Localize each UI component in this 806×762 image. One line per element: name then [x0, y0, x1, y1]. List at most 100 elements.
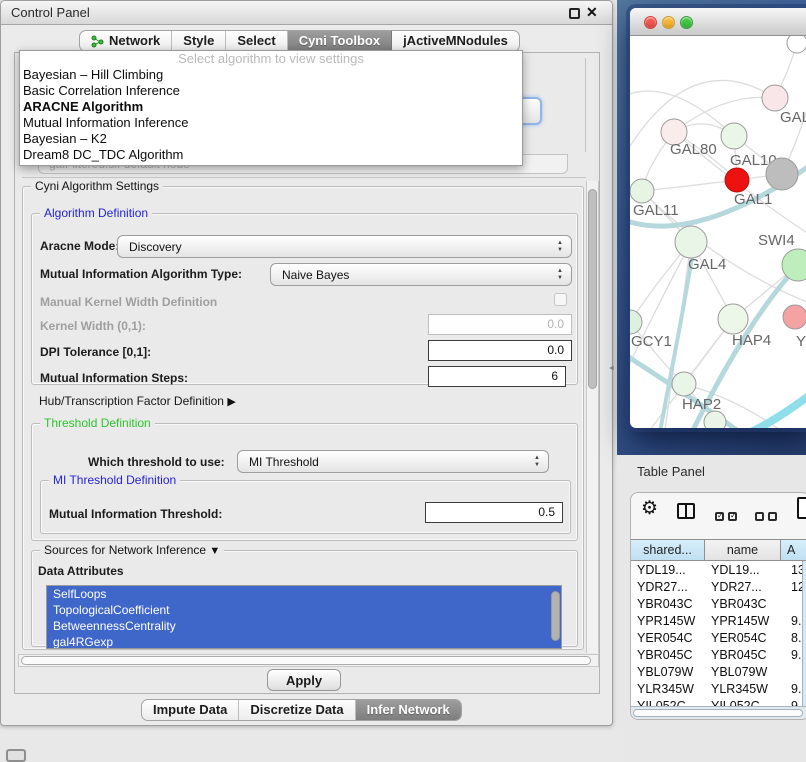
table-panel: Table Panel ⚙ shared... name A YDL19...Y… [617, 455, 806, 762]
sources-group: Sources for Network Inference ▼ Data Att… [31, 550, 578, 647]
close-traffic-light-icon[interactable] [644, 16, 657, 29]
node-table-card: ⚙ shared... name A YDL19...YDL19...13YDR… [630, 492, 806, 720]
tab-select[interactable]: Select [226, 31, 287, 51]
table-cell[interactable]: 9. [781, 614, 801, 628]
table-cell[interactable]: YBR045C [705, 648, 781, 662]
network-node[interactable] [762, 85, 788, 111]
table-cell[interactable]: YDR27... [705, 580, 781, 594]
combobox-value: Discovery [129, 240, 182, 254]
which-threshold-combobox[interactable]: MI Threshold ▲▼ [237, 450, 549, 473]
data-attribute-item[interactable]: SelfLoops [47, 586, 561, 602]
network-node[interactable] [721, 123, 747, 149]
network-node[interactable] [630, 310, 642, 334]
float-window-icon[interactable] [569, 8, 580, 19]
network-node[interactable] [672, 372, 696, 396]
algorithm-option[interactable]: ARACNE Algorithm [20, 99, 522, 115]
settings-vertical-scrollbar-thumb[interactable] [588, 189, 597, 389]
network-node[interactable] [725, 168, 749, 192]
manual-kernel-width-label: Manual Kernel Width Definition [40, 295, 217, 309]
network-node[interactable] [718, 304, 748, 334]
table-row[interactable]: YBR043CYBR043C [631, 595, 806, 612]
mi-steps-field[interactable]: 6 [428, 366, 566, 387]
show-columns-icon[interactable] [715, 508, 741, 526]
column-header-partial[interactable]: A [781, 540, 806, 560]
algorithm-option[interactable]: Bayesian – K2 [20, 131, 522, 147]
tab-network[interactable]: Network [80, 31, 172, 51]
table-row[interactable]: YER054CYER054C8. [631, 629, 806, 646]
table-cell[interactable]: YER054C [631, 631, 705, 645]
table-cell[interactable]: YBR043C [631, 597, 705, 611]
table-row[interactable]: YLR345WYLR345W9. [631, 680, 806, 697]
tab-discretize-data[interactable]: Discretize Data [239, 700, 355, 720]
panel-splitter-handle[interactable]: ◄ [608, 365, 615, 372]
network-canvas[interactable]: GALGAL80GAL10GAL1GAL11GAL4SWI4GCY1HAP4YH… [630, 36, 806, 428]
table-cell[interactable]: 9. [781, 648, 801, 662]
column-header-shared[interactable]: shared... [631, 540, 705, 560]
algorithm-option[interactable]: Bayesian – Hill Climbing [20, 67, 522, 83]
column-header-name[interactable]: name [705, 540, 781, 560]
manual-kernel-width-checkbox[interactable] [554, 293, 567, 306]
dpi-tolerance-field[interactable]: 0.0 [428, 340, 572, 361]
table-horizontal-scrollbar-thumb[interactable] [633, 709, 803, 717]
table-horizontal-scrollbar[interactable] [631, 706, 806, 719]
table-cell[interactable]: YBR043C [705, 597, 781, 611]
table-row[interactable]: YDR27...YDR27...12 [631, 578, 806, 595]
network-edge[interactable] [642, 180, 737, 191]
network-node[interactable] [675, 226, 707, 258]
algorithm-option[interactable]: Mutual Information Inference [20, 115, 522, 131]
split-columns-icon[interactable] [677, 503, 695, 519]
table-cell[interactable]: YLR345W [631, 682, 705, 696]
close-icon[interactable]: ✕ [586, 4, 598, 21]
data-attribute-item[interactable]: gal4RGexp [47, 634, 561, 649]
data-attributes-list[interactable]: SelfLoopsTopologicalCoefficientBetweenne… [46, 585, 562, 649]
table-cell[interactable]: YBR045C [631, 648, 705, 662]
table-row[interactable]: YBL079WYBL079W [631, 663, 806, 680]
data-attribute-item[interactable]: BetweennessCentrality [47, 618, 561, 634]
network-node[interactable] [787, 36, 806, 53]
hub-definition-expander[interactable]: Hub/Transcription Factor Definition ▶ [39, 394, 236, 408]
list-scrollbar-thumb[interactable] [551, 591, 560, 641]
table-cell[interactable]: YPR145W [631, 614, 705, 628]
file-icon[interactable] [797, 497, 806, 519]
hide-columns-icon[interactable] [755, 508, 781, 526]
dropdown-hint: Select algorithm to view settings [20, 51, 522, 67]
algorithm-option[interactable]: Dream8 DC_TDC Algorithm [20, 147, 522, 163]
tab-impute-data[interactable]: Impute Data [142, 700, 239, 720]
apply-button[interactable]: Apply [267, 669, 341, 691]
table-cell[interactable]: 8. [781, 631, 801, 645]
aracne-mode-combobox[interactable]: Discovery ▲▼ [117, 235, 572, 258]
minimize-traffic-light-icon[interactable] [662, 16, 675, 29]
table-row[interactable]: YBR045CYBR045C9. [631, 646, 806, 663]
settings-horizontal-scrollbar-thumb[interactable] [21, 656, 591, 665]
table-cell[interactable]: YBL079W [705, 665, 781, 679]
mi-algorithm-type-combobox[interactable]: Naive Bayes ▲▼ [270, 263, 572, 286]
table-cell[interactable]: YDL19... [705, 563, 781, 577]
network-node[interactable] [630, 179, 654, 203]
table-cell[interactable]: 9. [781, 682, 801, 696]
tab-cyni-toolbox[interactable]: Cyni Toolbox [288, 31, 392, 51]
table-cell[interactable]: YDL19... [631, 563, 705, 577]
sources-expander[interactable]: Sources for Network Inference ▼ [40, 543, 224, 557]
mi-threshold-definition-group: MI Threshold Definition Mutual Informati… [40, 480, 571, 534]
network-node[interactable] [766, 158, 798, 190]
tab-style[interactable]: Style [172, 31, 226, 51]
gear-icon[interactable]: ⚙ [641, 498, 658, 520]
table-row[interactable]: YDL19...YDL19...13 [631, 561, 806, 578]
network-window-titlebar[interactable] [630, 8, 806, 36]
tab-jactivemnodules[interactable]: jActiveMNodules [392, 31, 519, 51]
algorithm-option[interactable]: Basic Correlation Inference [20, 83, 522, 99]
mi-threshold-field[interactable]: 0.5 [425, 502, 563, 523]
minimized-panel-icon[interactable] [6, 749, 26, 762]
table-cell[interactable]: YDR27... [631, 580, 705, 594]
zoom-traffic-light-icon[interactable] [680, 16, 693, 29]
kernel-width-field[interactable]: 0.0 [428, 314, 572, 335]
table-cell[interactable]: YLR345W [705, 682, 781, 696]
table-row[interactable]: YPR145WYPR145W9. [631, 612, 806, 629]
network-node[interactable] [783, 305, 806, 329]
data-attribute-item[interactable]: TopologicalCoefficient [47, 602, 561, 618]
table-cell[interactable]: YER054C [705, 631, 781, 645]
network-node[interactable] [704, 411, 726, 428]
table-cell[interactable]: YPR145W [705, 614, 781, 628]
table-cell[interactable]: YBL079W [631, 665, 705, 679]
tab-infer-network[interactable]: Infer Network [356, 700, 461, 720]
